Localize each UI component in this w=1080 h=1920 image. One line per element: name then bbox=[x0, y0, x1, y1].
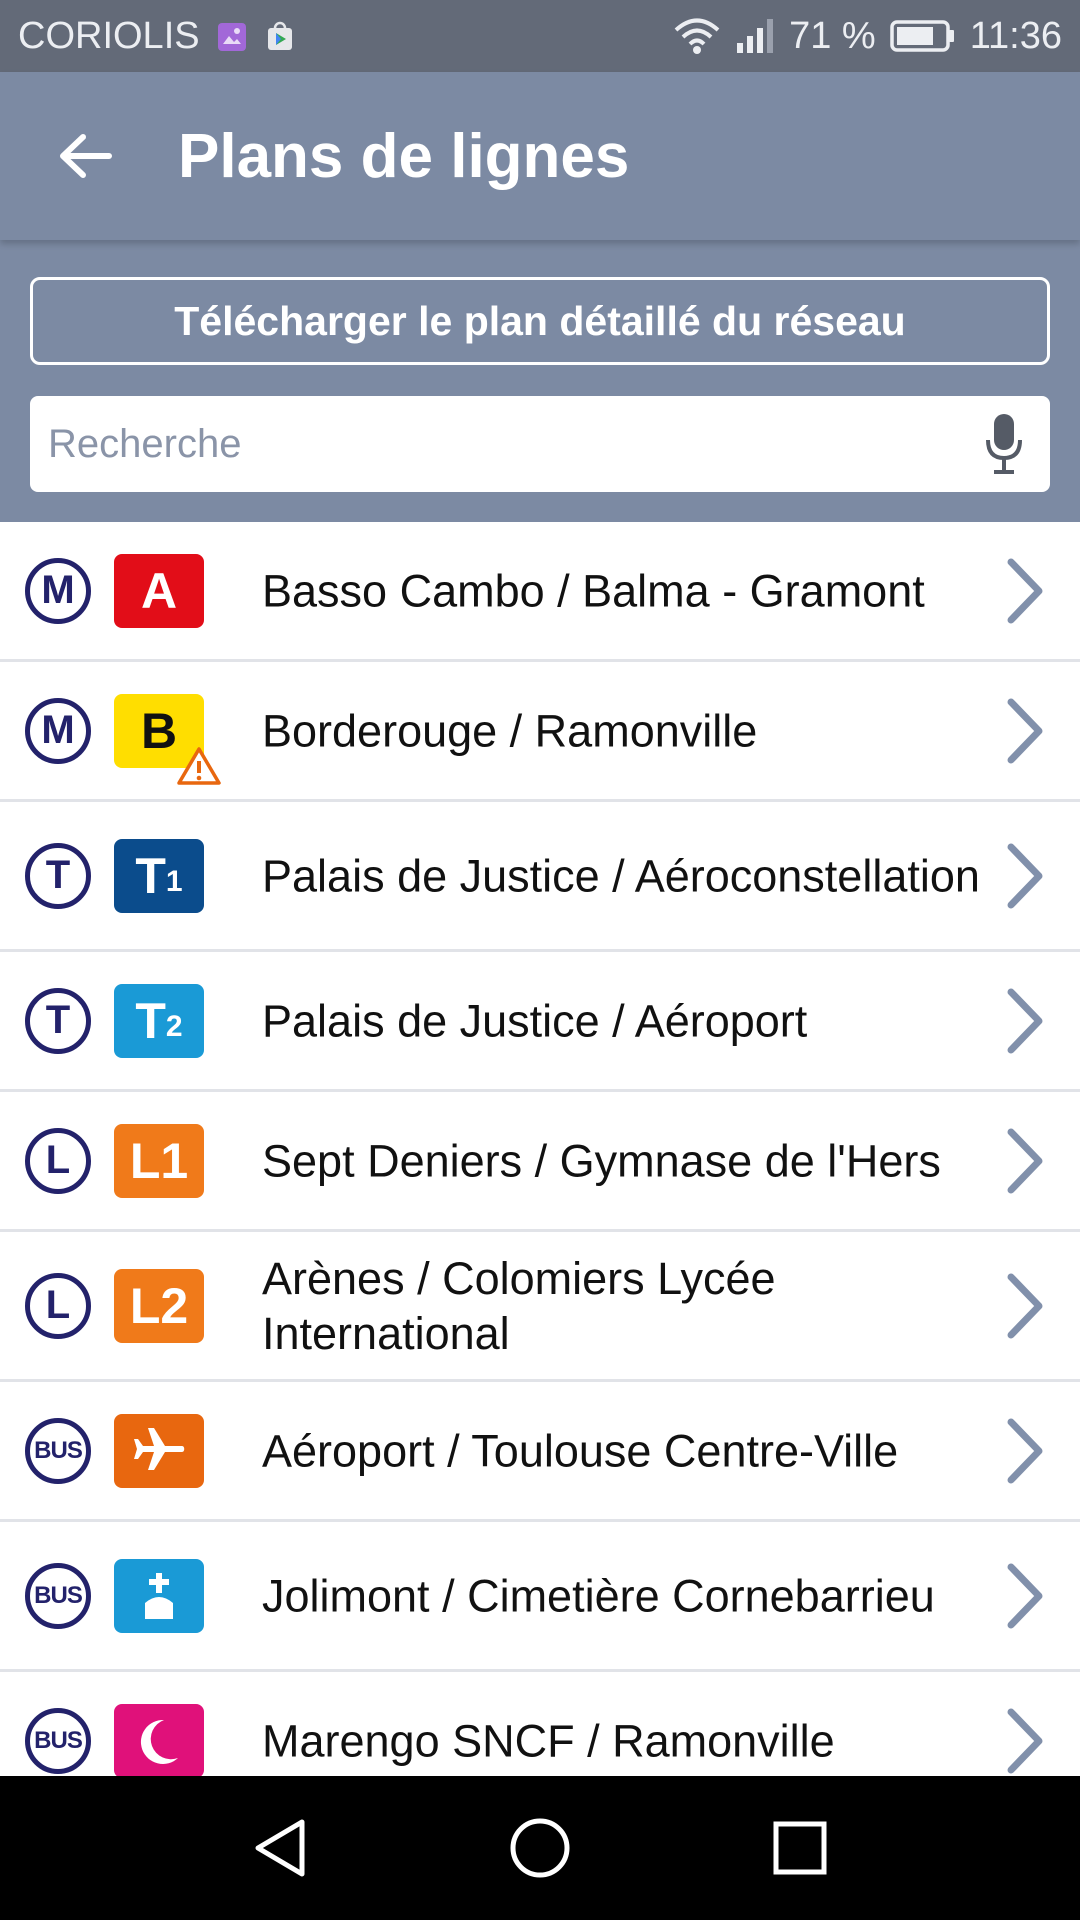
system-home-button[interactable] bbox=[500, 1808, 580, 1888]
line-badge-letter: T bbox=[135, 992, 166, 1049]
search-input[interactable] bbox=[46, 420, 974, 468]
wifi-icon bbox=[673, 17, 721, 55]
linéo-mode-icon: L bbox=[25, 1127, 91, 1194]
line-badge: L1 bbox=[114, 1123, 204, 1198]
line-badge: A bbox=[114, 553, 204, 628]
carrier-name: CORIOLIS bbox=[18, 14, 200, 57]
list-item-line-a[interactable]: M A Basso Cambo / Balma - Gramont bbox=[0, 522, 1080, 662]
line-label: Sept Deniers / Gymnase de l'Hers bbox=[262, 1135, 941, 1186]
line-label: Borderouge / Ramonville bbox=[262, 705, 758, 756]
chevron-right-icon bbox=[1007, 1273, 1043, 1338]
crescent-moon-icon bbox=[140, 1719, 178, 1764]
search-box bbox=[30, 396, 1050, 492]
line-label: Arènes / Colomiers Lycée International bbox=[262, 1252, 776, 1359]
tram-mode-icon: T bbox=[25, 987, 91, 1054]
tram-mode-icon: T bbox=[25, 842, 91, 909]
play-store-icon bbox=[264, 20, 296, 52]
list-item-line-airport-shuttle[interactable]: BUS Aéroport / Toulouse Centre-Ville bbox=[0, 1382, 1080, 1522]
voice-search-button[interactable] bbox=[974, 404, 1034, 484]
list-item-line-l1[interactable]: L L1 Sept Deniers / Gymnase de l'Hers bbox=[0, 1092, 1080, 1232]
chevron-right-icon bbox=[1007, 1563, 1043, 1628]
chevron-right-icon bbox=[1007, 1418, 1043, 1483]
line-badge bbox=[114, 1413, 204, 1488]
app-bar: Plans de lignes bbox=[0, 72, 1080, 240]
airplane-icon bbox=[134, 1427, 185, 1470]
chevron-right-icon bbox=[1007, 1708, 1043, 1773]
signal-icon bbox=[735, 17, 775, 55]
system-nav-bar bbox=[0, 1776, 1080, 1920]
line-badge: L2 bbox=[114, 1268, 204, 1343]
header-panel: Télécharger le plan détaillé du réseau bbox=[0, 240, 1080, 522]
bus-mode-icon: BUS bbox=[25, 1562, 91, 1629]
line-label: Palais de Justice / Aéroport bbox=[262, 995, 808, 1046]
system-back-button[interactable] bbox=[240, 1808, 320, 1888]
line-badge-letter: T bbox=[135, 847, 166, 904]
home-circle-icon bbox=[510, 1818, 570, 1878]
line-label: Aéroport / Toulouse Centre-Ville bbox=[262, 1425, 899, 1476]
list-item-line-cemetery[interactable]: BUS Jolimont / Cimetière Cornebarrieu bbox=[0, 1522, 1080, 1672]
back-triangle-icon bbox=[255, 1819, 305, 1877]
cemetery-cross-icon bbox=[145, 1572, 173, 1619]
chevron-right-icon bbox=[1007, 843, 1043, 908]
list-item-line-l2[interactable]: L L2 Arènes / Colomiers Lycée Internatio… bbox=[0, 1232, 1080, 1382]
page-title: Plans de lignes bbox=[178, 121, 630, 191]
warning-icon bbox=[177, 747, 221, 785]
battery-icon bbox=[889, 19, 956, 53]
line-badge bbox=[114, 1703, 204, 1776]
line-badge: T2 bbox=[114, 983, 204, 1058]
recents-square-icon bbox=[773, 1821, 827, 1875]
arrow-left-icon bbox=[60, 134, 112, 178]
line-label: Marengo SNCF / Ramonville bbox=[262, 1715, 835, 1766]
microphone-icon bbox=[986, 414, 1022, 474]
line-badge bbox=[114, 1558, 204, 1633]
linéo-mode-icon: L bbox=[25, 1272, 91, 1339]
chevron-right-icon bbox=[1007, 988, 1043, 1053]
line-label: Basso Cambo / Balma - Gramont bbox=[262, 565, 925, 616]
metro-mode-icon: M bbox=[25, 697, 91, 764]
download-network-map-button[interactable]: Télécharger le plan détaillé du réseau bbox=[30, 277, 1050, 365]
chevron-right-icon bbox=[1007, 1128, 1043, 1193]
chevron-right-icon bbox=[1007, 558, 1043, 623]
line-label: Jolimont / Cimetière Cornebarrieu bbox=[262, 1570, 935, 1621]
list-item-line-t2[interactable]: T T2 Palais de Justice / Aéroport bbox=[0, 952, 1080, 1092]
list-item-line-night[interactable]: BUS Marengo SNCF / Ramonville bbox=[0, 1672, 1080, 1776]
line-label: Palais de Justice / Aéroconstellation bbox=[262, 850, 980, 901]
list-item-line-t1[interactable]: T T1 Palais de Justice / Aéroconstellati… bbox=[0, 802, 1080, 952]
line-list: M A Basso Cambo / Balma - Gramont M B Bo… bbox=[0, 522, 1080, 1776]
line-badge-number: 1 bbox=[165, 864, 183, 898]
system-recents-button[interactable] bbox=[760, 1808, 840, 1888]
bus-mode-icon: BUS bbox=[25, 1707, 91, 1774]
status-bar: CORIOLIS 71 % 11:36 bbox=[0, 0, 1080, 72]
clock: 11:36 bbox=[969, 14, 1062, 57]
line-badge: T1 bbox=[114, 838, 204, 913]
chevron-right-icon bbox=[1007, 698, 1043, 763]
gallery-icon bbox=[216, 20, 248, 52]
metro-mode-icon: M bbox=[25, 557, 91, 624]
list-item-line-b[interactable]: M B Borderouge / Ramonville bbox=[0, 662, 1080, 802]
bus-mode-icon: BUS bbox=[25, 1417, 91, 1484]
back-button[interactable] bbox=[30, 101, 140, 211]
line-badge-number: 2 bbox=[165, 1009, 183, 1043]
battery-percent: 71 % bbox=[789, 14, 876, 57]
